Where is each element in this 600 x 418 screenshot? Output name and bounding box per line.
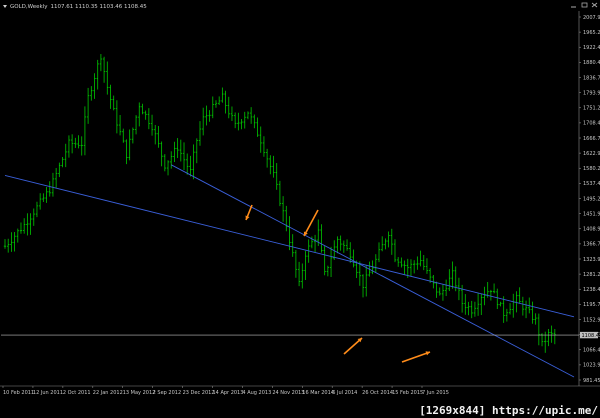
symbol-label: GOLD,Weekly bbox=[10, 3, 48, 10]
price-tick-label: 1023.95 bbox=[583, 363, 600, 369]
price-tick-label: 2007.95 bbox=[583, 15, 600, 21]
price-tick-label: 1495.20 bbox=[583, 196, 600, 202]
ohlc-values: 1107.61 1110.35 1103.46 1108.45 bbox=[50, 3, 147, 10]
watermark: [1269x844] https://upic.me/ bbox=[419, 404, 598, 417]
chart-header: GOLD,Weekly 1107.61 1110.35 1103.46 1108… bbox=[3, 2, 147, 11]
time-tick-label: 6 Jul 2014 bbox=[332, 390, 357, 396]
price-tick-label: 1880.45 bbox=[583, 60, 600, 66]
time-tick-label: 16 Mar 2014 bbox=[302, 390, 334, 396]
minimize-icon[interactable] bbox=[570, 2, 577, 8]
time-tick-label: 26 Oct 2014 bbox=[362, 390, 393, 396]
price-tick-label: 1195.70 bbox=[583, 302, 600, 308]
price-tick-label: 1836.70 bbox=[583, 75, 600, 81]
price-tick-label: 1793.95 bbox=[583, 90, 600, 96]
time-tick-label: 14 Apr 2013 bbox=[213, 390, 244, 396]
price-tick-label: 1451.95 bbox=[583, 211, 600, 217]
time-tick-label: 22 Jan 2012 bbox=[93, 390, 123, 396]
price-chart[interactable]: 2007.95 1965.20 1922.45 1880.45 1836.70 1793.… bbox=[0, 0, 600, 418]
symbol-dropdown-icon[interactable] bbox=[3, 5, 7, 8]
price-tick-label: 1066.45 bbox=[583, 348, 600, 354]
time-tick-label: 10 Feb 2011 bbox=[3, 390, 34, 396]
maximize-icon[interactable] bbox=[581, 2, 588, 8]
time-tick-label: 7 Jun 2015 bbox=[422, 390, 449, 396]
chart-window[interactable]: 2007.95 1965.20 1922.45 1880.45 1836.70 1793.… bbox=[0, 0, 600, 418]
price-tick-label: 1622.95 bbox=[583, 151, 600, 157]
price-tick-label: 1666.70 bbox=[583, 136, 600, 142]
price-tick-label: 1537.45 bbox=[583, 181, 600, 187]
time-tick-label: 24 Nov 2013 bbox=[272, 390, 304, 396]
current-price-label: 1108.45 bbox=[582, 333, 600, 339]
chart-background bbox=[0, 0, 600, 418]
time-tick-label: 15 Feb 2015 bbox=[392, 390, 423, 396]
time-tick-label: 13 May 2012 bbox=[123, 390, 156, 396]
price-tick-label: 1708.45 bbox=[583, 121, 600, 127]
time-tick-label: 2 Oct 2011 bbox=[63, 390, 91, 396]
time-tick-label: 12 Jun 2011 bbox=[33, 390, 63, 396]
time-tick-label: 23 Dec 2012 bbox=[183, 390, 215, 396]
price-tick-label: 1580.20 bbox=[583, 166, 600, 172]
price-tick-label: 1152.95 bbox=[583, 317, 600, 323]
close-icon[interactable] bbox=[591, 2, 598, 8]
price-tick-label: 1408.95 bbox=[583, 227, 600, 233]
price-tick-label: 1323.95 bbox=[583, 257, 600, 263]
price-tick-label: 1238.45 bbox=[583, 287, 600, 293]
price-tick-label: 1965.20 bbox=[583, 30, 600, 36]
price-tick-label: 1366.70 bbox=[583, 242, 600, 248]
price-tick-label: 1751.20 bbox=[583, 106, 600, 112]
price-tick-label: 1922.45 bbox=[583, 45, 600, 51]
time-tick-label: 4 Aug 2013 bbox=[242, 390, 271, 396]
time-tick-label: 2 Sep 2012 bbox=[153, 390, 182, 396]
price-tick-label: 1281.20 bbox=[583, 272, 600, 278]
price-tick-label: 981.45 bbox=[583, 378, 600, 384]
